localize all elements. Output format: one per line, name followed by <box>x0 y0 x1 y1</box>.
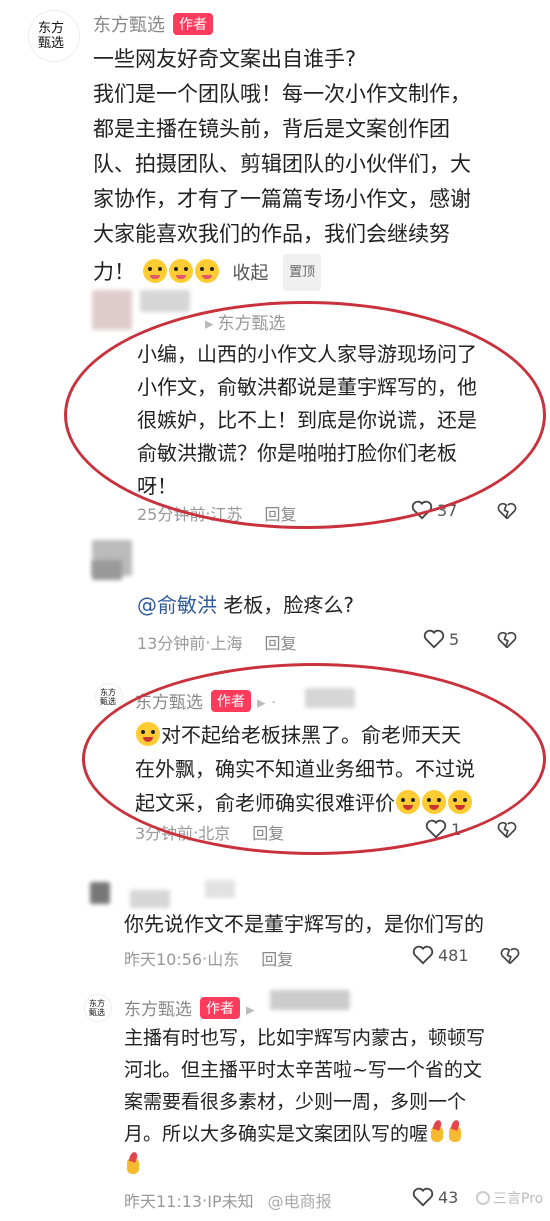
shy-emoji-icon <box>194 259 219 283</box>
watermark-logo: 三言Pro <box>476 1188 543 1208</box>
pinned-badge: 置顶 <box>283 254 322 291</box>
red-circle-annotation <box>64 301 546 529</box>
broken-heart-icon[interactable] <box>497 630 517 650</box>
author-tag: 作者 <box>200 997 240 1019</box>
comment-author-name[interactable]: 东方甄选 作者 ▸ <box>124 995 255 1020</box>
heart-icon <box>423 629 445 649</box>
broken-heart-icon[interactable] <box>497 501 517 521</box>
like-button[interactable]: 43 <box>412 1187 458 1207</box>
like-button[interactable]: 481 <box>412 945 469 965</box>
collapse-link[interactable]: 收起 <box>232 263 268 284</box>
comment-body: 你先说作文不是董宇辉写的，是你们写的 <box>124 912 484 936</box>
broken-heart-icon[interactable] <box>497 820 517 840</box>
blurred-username <box>140 290 190 312</box>
comment-body: @俞敏洪 老板，脸疼么? <box>137 593 354 617</box>
broken-heart-icon[interactable] <box>500 946 520 966</box>
like-button[interactable]: 5 <box>423 629 459 649</box>
watermark-text: @电商报 <box>267 1192 332 1211</box>
blurred-username <box>92 560 122 580</box>
praying-hand-icon <box>428 1120 446 1144</box>
comment-body: 一些网友好奇文案出自谁手? 我们是一个团队哦！每一次小作文制作， 都是主播在镜头… <box>93 42 543 291</box>
author-avatar[interactable]: 东方甄选 <box>84 994 112 1022</box>
reply-button[interactable]: 回复 <box>261 946 293 970</box>
blurred-username <box>270 990 350 1010</box>
comment-author-name[interactable]: 东方甄选 作者 <box>93 11 213 37</box>
blurred-username <box>130 890 170 908</box>
blurred-avatar <box>92 290 132 330</box>
praying-hand-icon <box>124 1152 142 1176</box>
reply-button[interactable]: 回复 <box>264 630 296 654</box>
shy-emoji-icon <box>142 259 167 283</box>
comment-meta: 13分钟前 · 上海 回复 <box>137 630 297 654</box>
mention-link[interactable]: @俞敏洪 <box>137 593 217 617</box>
comment-meta: 昨天11:13 · IP未知 @电商报 <box>124 1188 332 1212</box>
comment-meta: 昨天10:56 · 山东 回复 <box>124 946 293 970</box>
heart-icon <box>412 945 434 965</box>
blurred-avatar <box>90 882 110 904</box>
red-circle-annotation <box>82 663 546 855</box>
blurred-username <box>205 880 235 898</box>
heart-icon <box>412 1187 434 1207</box>
watermark-icon <box>476 1191 490 1205</box>
shy-emoji-icon <box>168 259 193 283</box>
praying-hand-icon <box>446 1120 464 1144</box>
comment-body: 主播有时也写，比如宇辉写内蒙古，顿顿写 河北。但主播平时太辛苦啦~写一个省的文 … <box>124 1022 544 1182</box>
avatar-logo: 东方甄选 <box>38 21 65 51</box>
author-tag: 作者 <box>173 13 213 35</box>
author-avatar[interactable]: 东方甄选 <box>28 10 80 62</box>
